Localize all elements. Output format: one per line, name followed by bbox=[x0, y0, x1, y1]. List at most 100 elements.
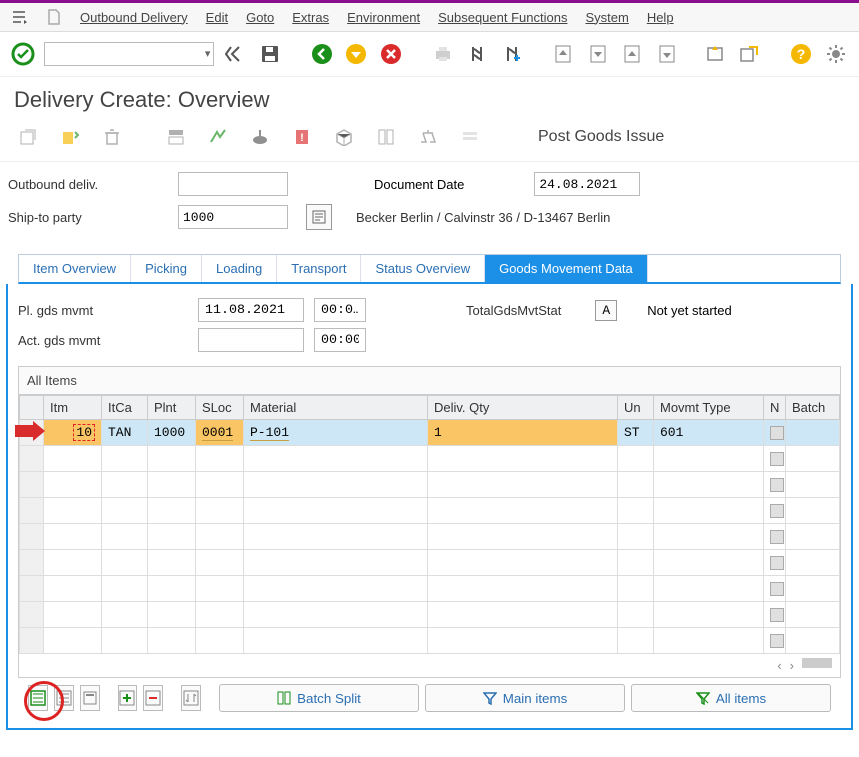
cell-n-checkbox[interactable] bbox=[770, 634, 784, 648]
items-grid[interactable]: Itm ItCa Plnt SLoc Material Deliv. Qty U… bbox=[19, 395, 840, 654]
cancel-icon[interactable] bbox=[378, 40, 404, 68]
cell-n-checkbox[interactable] bbox=[770, 426, 784, 440]
cell-n-checkbox[interactable] bbox=[770, 504, 784, 518]
customize-icon[interactable] bbox=[822, 40, 848, 68]
col-deliv-qty[interactable]: Deliv. Qty bbox=[428, 396, 618, 420]
weight-icon[interactable] bbox=[414, 123, 442, 151]
delete-icon[interactable] bbox=[98, 123, 126, 151]
shortcut-icon[interactable] bbox=[736, 40, 762, 68]
table-row[interactable]: 10 TAN 1000 0001 P-101 1 ST 601 bbox=[20, 420, 840, 446]
col-batch[interactable]: Batch bbox=[786, 396, 840, 420]
main-items-button[interactable]: Main items bbox=[425, 684, 625, 712]
details-button[interactable] bbox=[80, 685, 100, 711]
cell-material[interactable]: P-101 bbox=[250, 425, 289, 441]
next-page-icon[interactable] bbox=[619, 40, 645, 68]
find-next-icon[interactable] bbox=[498, 40, 524, 68]
cell-n-checkbox[interactable] bbox=[770, 530, 784, 544]
cell-sloc[interactable]: 0001 bbox=[202, 425, 233, 441]
cell-itm[interactable]: 10 bbox=[73, 424, 95, 441]
col-plnt[interactable]: Plnt bbox=[148, 396, 196, 420]
col-un[interactable]: Un bbox=[618, 396, 654, 420]
actual-gm-time[interactable] bbox=[314, 328, 366, 352]
other-delivery-icon[interactable] bbox=[14, 123, 42, 151]
scroll-thumb[interactable] bbox=[802, 658, 832, 668]
tab-loading[interactable]: Loading bbox=[202, 255, 277, 282]
menu-edit[interactable]: Edit bbox=[206, 10, 228, 25]
display-details-icon[interactable] bbox=[204, 123, 232, 151]
tab-transport[interactable]: Transport bbox=[277, 255, 361, 282]
exit-icon[interactable] bbox=[343, 40, 369, 68]
add-row-button[interactable] bbox=[118, 685, 138, 711]
sort-button[interactable] bbox=[181, 685, 201, 711]
help-icon[interactable]: ? bbox=[788, 40, 814, 68]
header-info-icon[interactable] bbox=[246, 123, 274, 151]
all-items-button[interactable]: All items bbox=[631, 684, 831, 712]
planned-gm-time[interactable] bbox=[314, 298, 366, 322]
print-icon[interactable] bbox=[430, 40, 456, 68]
outbound-deliv-input[interactable] bbox=[178, 172, 288, 196]
menu-icon[interactable] bbox=[12, 9, 28, 25]
tab-item-overview[interactable]: Item Overview bbox=[19, 255, 131, 282]
table-row[interactable] bbox=[20, 472, 840, 498]
new-session-icon[interactable] bbox=[702, 40, 728, 68]
menu-extras[interactable]: Extras bbox=[292, 10, 329, 25]
prev-page-icon[interactable] bbox=[585, 40, 611, 68]
display-icon[interactable] bbox=[56, 123, 84, 151]
last-page-icon[interactable] bbox=[654, 40, 680, 68]
split-icon[interactable] bbox=[372, 123, 400, 151]
scroll-left-icon[interactable]: ‹ bbox=[777, 658, 781, 673]
tab-goods-movement-data[interactable]: Goods Movement Data bbox=[485, 255, 648, 282]
save-icon[interactable] bbox=[257, 40, 283, 68]
col-itca[interactable]: ItCa bbox=[102, 396, 148, 420]
back-nav-icon[interactable] bbox=[309, 40, 335, 68]
find-icon[interactable] bbox=[464, 40, 490, 68]
menu-outbound-delivery[interactable]: Outbound Delivery bbox=[80, 10, 188, 25]
table-row[interactable] bbox=[20, 524, 840, 550]
incomplete-icon[interactable]: ! bbox=[288, 123, 316, 151]
menu-goto[interactable]: Goto bbox=[246, 10, 274, 25]
header-details-icon[interactable] bbox=[162, 123, 190, 151]
batch-split-button[interactable]: Batch Split bbox=[219, 684, 419, 712]
post-goods-issue-button[interactable]: Post Goods Issue bbox=[538, 128, 664, 146]
menu-subsequent-functions[interactable]: Subsequent Functions bbox=[438, 10, 567, 25]
command-field[interactable] bbox=[44, 42, 214, 66]
col-sloc[interactable]: SLoc bbox=[196, 396, 244, 420]
packing-icon[interactable] bbox=[330, 123, 358, 151]
table-row[interactable] bbox=[20, 550, 840, 576]
delete-row-button[interactable] bbox=[143, 685, 163, 711]
col-movmt-type[interactable]: Movmt Type bbox=[654, 396, 764, 420]
ship-to-input[interactable] bbox=[178, 205, 288, 229]
select-all-button[interactable] bbox=[28, 685, 48, 711]
table-row[interactable] bbox=[20, 628, 840, 654]
actual-gm-date[interactable] bbox=[198, 328, 304, 352]
doc-date-input[interactable] bbox=[534, 172, 640, 196]
col-rowheader[interactable] bbox=[20, 396, 44, 420]
partner-details-icon[interactable] bbox=[306, 204, 332, 230]
cell-n-checkbox[interactable] bbox=[770, 478, 784, 492]
table-row[interactable] bbox=[20, 602, 840, 628]
cell-n-checkbox[interactable] bbox=[770, 582, 784, 596]
scroll-right-icon[interactable]: › bbox=[790, 658, 794, 673]
table-row[interactable] bbox=[20, 576, 840, 602]
tab-picking[interactable]: Picking bbox=[131, 255, 202, 282]
table-row[interactable] bbox=[20, 498, 840, 524]
services-icon[interactable] bbox=[456, 123, 484, 151]
back-icon[interactable] bbox=[222, 40, 248, 68]
planned-gm-date[interactable] bbox=[198, 298, 304, 322]
col-n[interactable]: N bbox=[764, 396, 786, 420]
cell-batch[interactable] bbox=[786, 420, 840, 446]
col-material[interactable]: Material bbox=[244, 396, 428, 420]
table-row[interactable] bbox=[20, 446, 840, 472]
col-itm[interactable]: Itm bbox=[44, 396, 102, 420]
menu-help[interactable]: Help bbox=[647, 10, 674, 25]
cell-n-checkbox[interactable] bbox=[770, 556, 784, 570]
menu-system[interactable]: System bbox=[585, 10, 628, 25]
first-page-icon[interactable] bbox=[550, 40, 576, 68]
menu-environment[interactable]: Environment bbox=[347, 10, 420, 25]
cell-deliv-qty[interactable]: 1 bbox=[428, 420, 618, 446]
tab-status-overview[interactable]: Status Overview bbox=[361, 255, 485, 282]
enter-icon[interactable] bbox=[10, 40, 36, 68]
cell-n-checkbox[interactable] bbox=[770, 608, 784, 622]
deselect-all-button[interactable] bbox=[54, 685, 74, 711]
document-icon[interactable] bbox=[46, 9, 62, 25]
